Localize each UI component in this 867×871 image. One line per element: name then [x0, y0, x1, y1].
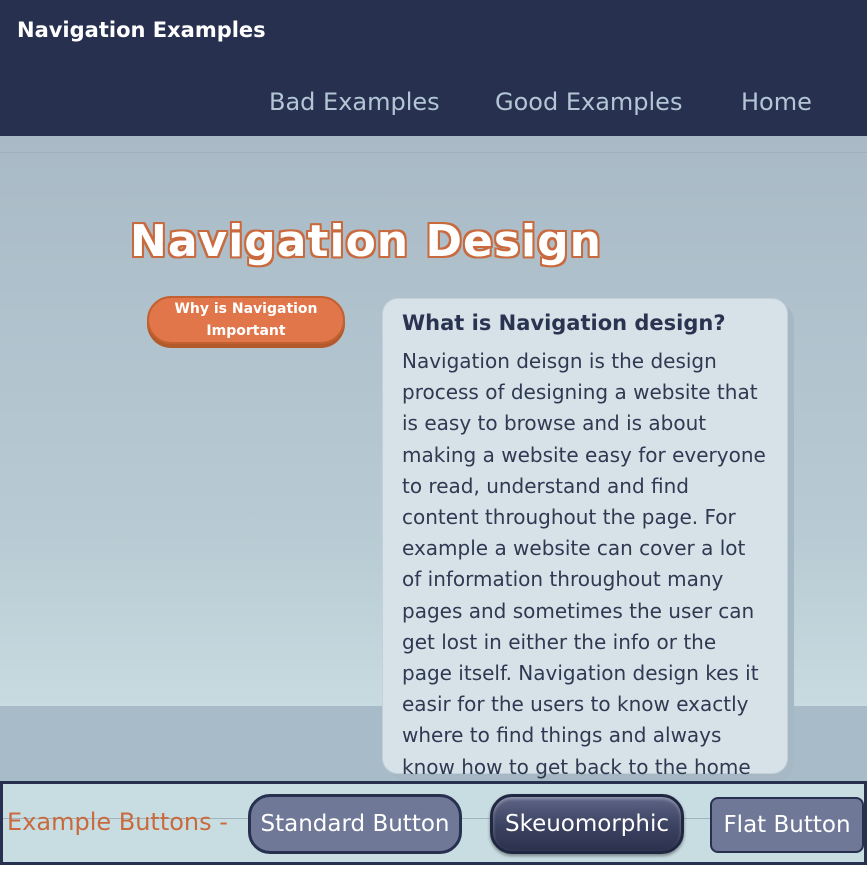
nav-link-good-examples[interactable]: Good Examples: [495, 88, 682, 116]
info-card: What is Navigation design? Navigation de…: [382, 298, 788, 810]
why-navigation-button[interactable]: Why is Navigation Important: [147, 296, 345, 344]
divider: [0, 152, 867, 153]
info-card-heading: What is Navigation design?: [402, 311, 726, 335]
skeuomorphic-button[interactable]: Skeuomorphic: [490, 794, 684, 854]
nav-link-home[interactable]: Home: [741, 88, 812, 116]
nav-link-bad-examples[interactable]: Bad Examples: [269, 88, 440, 116]
standard-button[interactable]: Standard Button: [248, 794, 462, 854]
site-brand[interactable]: Navigation Examples: [17, 18, 266, 42]
info-card-body: Navigation deisgn is the design process …: [402, 349, 766, 810]
why-navigation-button-label: Why is Navigation Important: [174, 301, 318, 339]
flat-button[interactable]: Flat Button: [710, 797, 864, 853]
example-buttons-bar: Example Buttons - Standard Button Skeuom…: [0, 781, 867, 865]
top-navigation-bar: Navigation Examples Bad Examples Good Ex…: [0, 0, 867, 136]
page-title: Navigation Design: [130, 216, 602, 267]
example-buttons-label: Example Buttons -: [7, 808, 228, 836]
